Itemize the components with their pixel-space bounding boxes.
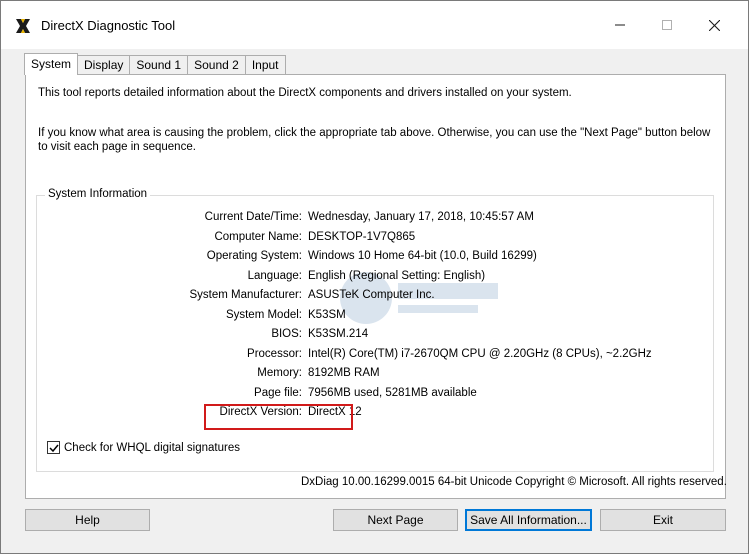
tab-sound-1[interactable]: Sound 1	[129, 55, 189, 75]
close-button[interactable]	[691, 9, 737, 41]
maximize-button[interactable]	[644, 9, 690, 41]
group-title: System Information	[45, 188, 151, 200]
info-label: Processor:	[247, 347, 302, 360]
info-value: Windows 10 Home 64-bit (10.0, Build 1629…	[308, 250, 537, 262]
checkmark-icon	[48, 444, 59, 452]
intro-instructions: If you know what area is causing the pro…	[38, 127, 711, 153]
info-row-operating-system: Operating System: Windows 10 Home 64-bit…	[37, 250, 713, 266]
info-row-processor: Processor: Intel(R) Core(TM) i7-2670QM C…	[37, 348, 713, 364]
tab-input[interactable]: Input	[244, 55, 286, 75]
tab-strip: System Display Sound 1 Sound 2 Input	[24, 53, 286, 75]
info-value: K53SM	[308, 308, 346, 321]
info-label: System Model:	[225, 308, 302, 321]
info-label: Computer Name:	[214, 230, 302, 243]
system-tab-panel: This tool reports detailed information a…	[25, 74, 726, 499]
info-value: English (Regional Setting: English)	[308, 269, 486, 282]
info-label: Current Date/Time:	[204, 211, 302, 223]
tab-display[interactable]: Display	[77, 55, 131, 75]
info-row-model: System Model: K53SM	[37, 309, 713, 325]
directx-icon	[16, 19, 30, 33]
whql-checkbox-label[interactable]: Check for WHQL digital signatures	[64, 442, 240, 454]
save-all-information-button[interactable]: Save All Information...	[465, 509, 592, 531]
info-value: Wednesday, January 17, 2018, 10:45:57 AM	[308, 211, 534, 223]
next-page-button[interactable]: Next Page	[333, 509, 458, 531]
info-label: System Manufacturer:	[189, 289, 302, 301]
info-row-language: Language: English (Regional Setting: Eng…	[37, 270, 713, 286]
info-value: 8192MB RAM	[308, 367, 380, 379]
info-row-bios: BIOS: K53SM.214	[37, 328, 713, 344]
help-button[interactable]: Help	[25, 509, 150, 531]
info-value: ASUSTeK Computer Inc.	[308, 289, 435, 301]
checkbox-box[interactable]	[47, 441, 60, 454]
window-title: DirectX Diagnostic Tool	[41, 18, 176, 33]
info-label: BIOS:	[271, 328, 302, 340]
tab-system[interactable]: System	[24, 53, 79, 75]
info-row-computer-name: Computer Name: DESKTOP-1V7Q865	[37, 231, 713, 247]
minimize-icon	[615, 24, 625, 26]
info-value: DESKTOP-1V7Q865	[308, 230, 416, 243]
info-row-directx-version: DirectX Version: DirectX 12	[37, 406, 713, 422]
maximize-icon	[662, 20, 672, 30]
dxdiag-window: DirectX Diagnostic Tool System Display S…	[0, 0, 749, 554]
info-value: Intel(R) Core(TM) i7-2670QM CPU @ 2.20GH…	[308, 347, 652, 360]
info-row-manufacturer: System Manufacturer: ASUSTeK Computer In…	[37, 289, 713, 305]
version-copyright-text: DxDiag 10.00.16299.0015 64-bit Unicode C…	[301, 476, 727, 488]
info-value: K53SM.214	[308, 328, 369, 340]
info-label: Memory:	[257, 367, 302, 379]
info-label: Operating System:	[206, 250, 302, 262]
info-row-page-file: Page file: 7956MB used, 5281MB available	[37, 387, 713, 403]
tab-sound-2[interactable]: Sound 2	[187, 55, 246, 75]
info-row-memory: Memory: 8192MB RAM	[37, 367, 713, 383]
title-bar[interactable]: DirectX Diagnostic Tool	[1, 1, 748, 49]
directx-version-highlight	[204, 404, 353, 430]
minimize-button[interactable]	[597, 9, 643, 41]
intro-text: This tool reports detailed information a…	[38, 87, 572, 99]
system-information-group: System Information Current Date/Time: We…	[36, 188, 714, 472]
exit-button[interactable]: Exit	[600, 509, 726, 531]
info-value: 7956MB used, 5281MB available	[308, 386, 477, 399]
info-label: Language:	[247, 269, 302, 282]
close-icon	[708, 19, 720, 31]
whql-checkbox[interactable]: Check for WHQL digital signatures	[47, 441, 240, 454]
info-label: Page file:	[254, 386, 302, 399]
info-row-datetime: Current Date/Time: Wednesday, January 17…	[37, 211, 713, 227]
